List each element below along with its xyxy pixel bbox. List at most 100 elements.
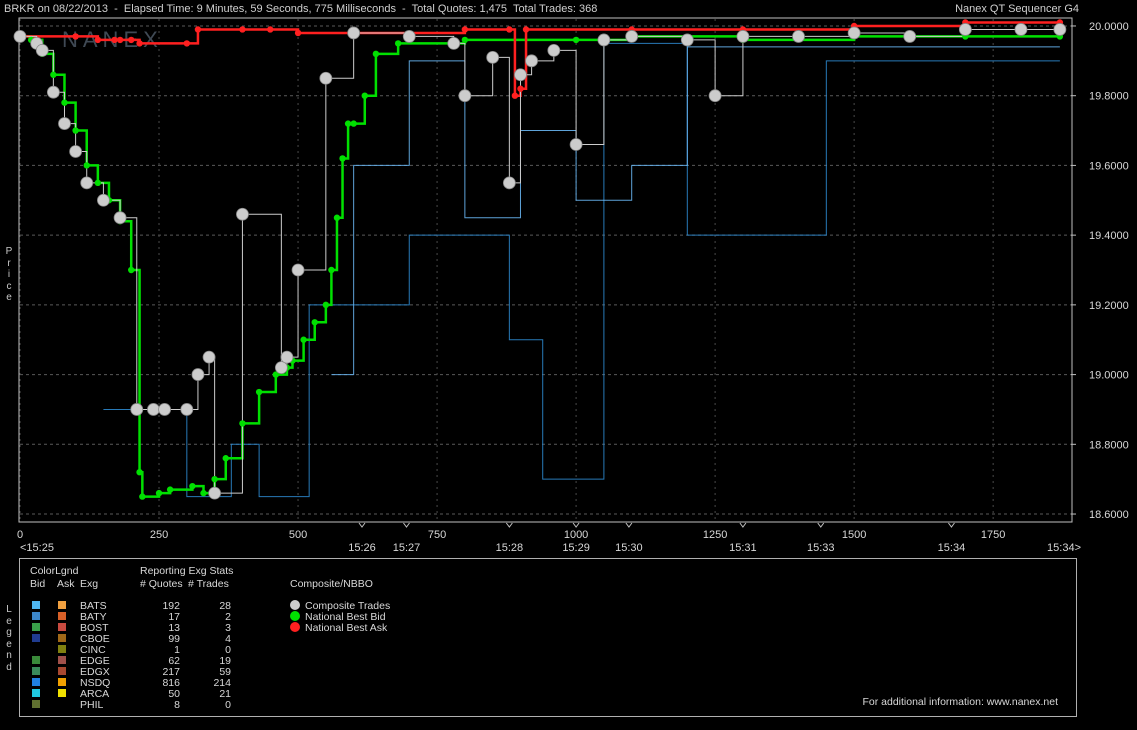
time-tick	[403, 522, 410, 528]
reporting-header: Reporting Exg Stats	[140, 565, 234, 577]
price-axis-label: Price	[5, 246, 13, 303]
point-national-best-bid	[155, 489, 163, 497]
point-composite-trades	[625, 30, 639, 43]
composite-header: Composite/NBBO	[290, 578, 373, 590]
ask-swatch	[58, 601, 66, 609]
point-national-best-ask	[506, 26, 513, 33]
time-tick	[358, 522, 366, 528]
point-national-best-ask	[294, 29, 302, 37]
point-composite-trades	[680, 33, 694, 47]
point-composite-trades	[291, 263, 305, 277]
point-composite-trades	[847, 26, 861, 40]
point-composite-trades	[69, 145, 83, 158]
point-national-best-bid	[72, 127, 79, 134]
y-tick-label: 19.4000	[1089, 230, 1129, 242]
time-label: 15:30	[615, 542, 643, 554]
point-composite-trades	[13, 30, 27, 43]
point-composite-trades	[525, 54, 538, 68]
point-composite-trades	[280, 350, 294, 364]
exg-header: Exg	[80, 578, 99, 590]
point-composite-trades	[35, 43, 49, 57]
y-tick-label: 19.8000	[1089, 91, 1129, 103]
time-label: 15:34	[938, 542, 966, 554]
point-national-best-ask	[111, 36, 118, 44]
point-composite-trades	[130, 403, 144, 416]
legend-panel: ColorLgnd Bid Ask Exg Reporting Exg Stat…	[19, 558, 1077, 717]
y-tick-label: 19.2000	[1089, 300, 1129, 312]
ask-swatch	[58, 667, 66, 675]
ask-swatch	[58, 623, 66, 631]
x-tick-label: 1750	[981, 529, 1005, 541]
point-national-best-bid	[394, 40, 402, 47]
point-national-best-bid	[350, 120, 357, 127]
ask-swatch	[58, 678, 66, 686]
point-composite-trades	[958, 23, 972, 36]
time-label: <15:25	[20, 542, 54, 554]
time-label: 15:27	[393, 542, 421, 554]
y-tick-label: 20.0000	[1089, 21, 1129, 33]
point-national-best-ask	[72, 33, 79, 40]
composite-marker	[290, 622, 300, 632]
point-composite-trades	[514, 68, 527, 82]
point-national-best-bid	[50, 71, 57, 78]
point-national-best-bid	[300, 336, 307, 343]
point-composite-trades	[502, 176, 516, 190]
ask-swatch	[58, 656, 66, 664]
bid-header: Bid	[30, 578, 46, 590]
y-axis: 20.0000 19.8000 19.6000 19.4000 19.2000 19.00…	[1071, 21, 1129, 521]
point-composite-trades	[97, 193, 110, 207]
bid-swatch	[32, 601, 40, 609]
point-national-best-bid	[311, 319, 318, 326]
x-tick-label: 0	[17, 529, 23, 541]
point-composite-trades	[708, 89, 722, 103]
point-national-best-bid	[61, 99, 68, 106]
bid-swatch	[32, 700, 40, 708]
time-label: 15:28	[496, 542, 524, 554]
point-national-best-ask	[522, 26, 530, 33]
point-national-best-bid	[211, 475, 218, 483]
bid-swatch	[32, 623, 40, 631]
x-tick-label: 750	[428, 529, 446, 541]
point-national-best-ask	[128, 36, 135, 44]
point-national-best-bid	[572, 36, 580, 44]
point-national-best-bid	[344, 120, 352, 127]
ask-swatch	[58, 612, 66, 620]
point-national-best-bid	[333, 214, 341, 221]
time-tick	[739, 522, 747, 528]
point-national-best-ask	[194, 26, 202, 33]
composite-marker	[290, 611, 300, 621]
point-national-best-bid	[136, 468, 143, 476]
time-tick	[817, 522, 825, 528]
trades-header: # Trades	[188, 578, 229, 590]
point-composite-trades	[80, 176, 94, 190]
ask-swatch	[58, 689, 66, 697]
point-national-best-bid	[166, 486, 174, 493]
ask-swatch	[58, 634, 66, 642]
point-national-best-ask	[136, 40, 143, 47]
point-national-best-bid	[239, 420, 246, 427]
point-national-best-bid	[222, 455, 229, 462]
point-national-best-ask	[239, 26, 246, 33]
point-national-best-bid	[94, 179, 102, 187]
point-national-best-ask	[267, 26, 274, 33]
footer-link[interactable]: For additional information: www.nanex.ne…	[862, 696, 1058, 708]
point-national-best-ask	[511, 92, 519, 99]
point-national-best-bid	[255, 388, 263, 396]
time-label: 15:31	[729, 542, 757, 554]
point-composite-trades	[486, 50, 500, 64]
point-national-best-bid	[322, 301, 330, 309]
time-label: 15:34>	[1047, 542, 1081, 554]
point-composite-trades	[1014, 23, 1028, 36]
point-composite-trades	[597, 33, 611, 47]
point-composite-trades	[113, 211, 127, 225]
point-composite-trades	[158, 403, 171, 416]
x-tick-label: 500	[289, 529, 307, 541]
point-composite-trades	[447, 37, 461, 50]
x-tick-label: 1250	[703, 529, 727, 541]
x-tick-label: 1500	[842, 529, 866, 541]
point-composite-trades	[1053, 23, 1067, 36]
point-composite-trades	[58, 117, 71, 130]
x-tick-label: 1000	[564, 529, 588, 541]
trade-count: 0	[225, 699, 231, 711]
composite-marker	[290, 600, 300, 610]
